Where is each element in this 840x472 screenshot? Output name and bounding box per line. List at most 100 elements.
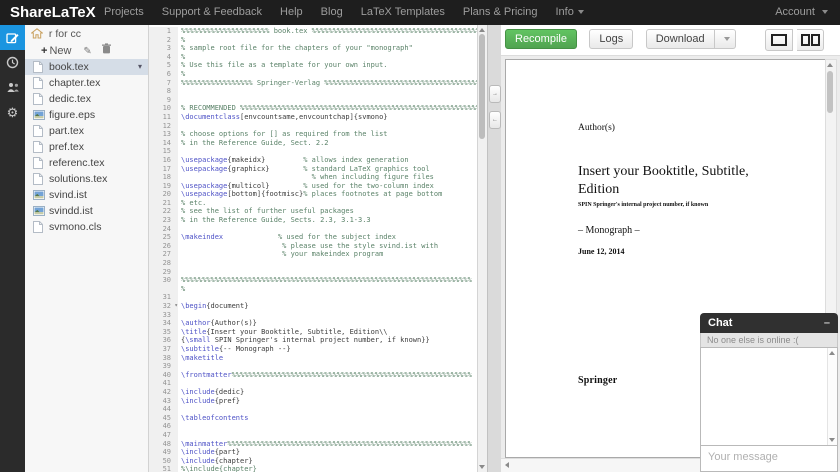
code-line[interactable]: 15 xyxy=(148,147,478,156)
file-item-chapter-tex[interactable]: chapter.tex xyxy=(25,75,148,91)
code-line[interactable]: 26 % please use the style svind.ist with xyxy=(148,242,478,251)
code-line[interactable]: 46 xyxy=(148,422,478,431)
code-line[interactable]: 35\title{Insert your Booktitle, Subtitle… xyxy=(148,328,478,337)
code-line[interactable]: 28 xyxy=(148,259,478,268)
nav-item-plans-pricing[interactable]: Plans & Pricing xyxy=(454,0,547,25)
file-item-figure-eps[interactable]: figure.eps xyxy=(25,107,148,123)
code-line[interactable]: 31 xyxy=(148,293,478,302)
chat-header[interactable]: Chat – xyxy=(700,313,838,333)
pdf-scrollbar-thumb[interactable] xyxy=(827,71,833,113)
code-line[interactable]: 24 xyxy=(148,225,478,234)
code-line[interactable]: 42\include{dedic} xyxy=(148,388,478,397)
code-line[interactable]: 18 % when including figure files xyxy=(148,173,478,182)
expand-left-button[interactable]: ← xyxy=(489,111,501,129)
code-line[interactable]: 47 xyxy=(148,431,478,440)
code-line[interactable]: 50\include{chapter} xyxy=(148,457,478,466)
rail-settings-icon[interactable]: ⚙ xyxy=(0,100,25,125)
nav-item-blog[interactable]: Blog xyxy=(312,0,352,25)
code-line[interactable]: 3% sample root file for the chapters of … xyxy=(148,44,478,53)
code-line[interactable]: 10% RECOMMENDED %%%%%%%%%%%%%%%%%%%%%%%%… xyxy=(148,104,478,113)
code-line[interactable]: 32▾\begin{document} xyxy=(148,302,478,311)
nav-item-info[interactable]: Info xyxy=(546,0,592,25)
file-item-svindd-ist[interactable]: svindd.ist xyxy=(25,203,148,219)
code-line[interactable]: 49\include{part} xyxy=(148,448,478,457)
delete-icon[interactable] xyxy=(102,45,111,57)
code-line[interactable]: 23% in the Reference Guide, Sects. 2.3, … xyxy=(148,216,478,225)
scroll-left-arrow-icon[interactable] xyxy=(505,462,509,468)
new-file-button[interactable]: +New xyxy=(41,45,71,57)
brand-logo[interactable]: ShareLaTeX xyxy=(10,0,96,25)
code-line[interactable]: 22% see the list of further useful packa… xyxy=(148,207,478,216)
code-line[interactable]: 21% etc. xyxy=(148,199,478,208)
rename-icon[interactable]: ✎ xyxy=(83,46,91,57)
code-line[interactable]: 34\author{Author(s)} xyxy=(148,319,478,328)
code-line[interactable]: 16\usepackage{makeidx} % allows index ge… xyxy=(148,156,478,165)
split-pane-view-button[interactable] xyxy=(797,29,824,51)
file-item-referenc-tex[interactable]: referenc.tex xyxy=(25,155,148,171)
code-line[interactable]: 44 xyxy=(148,405,478,414)
code-editor[interactable]: 1%%%%%%%%%%%%%%%%%%%%% book.tex %%%%%%%%… xyxy=(148,25,487,472)
code-line[interactable]: 5% Use this file as a template for your … xyxy=(148,61,478,70)
recompile-button[interactable]: Recompile xyxy=(505,29,577,49)
file-item-svmono-cls[interactable]: svmono.cls xyxy=(25,219,148,235)
code-line[interactable]: 19\usepackage{multicol} % used for the t… xyxy=(148,182,478,191)
code-line[interactable]: 7%%%%%%%%%%%%%%%%% Springer-Verlag %%%%%… xyxy=(148,79,478,88)
fold-arrow-icon[interactable]: ▾ xyxy=(174,302,178,311)
file-item-pref-tex[interactable]: pref.tex xyxy=(25,139,148,155)
account-menu[interactable]: Account xyxy=(775,0,828,25)
chat-message-input[interactable] xyxy=(701,446,837,471)
code-line[interactable]: 30%%%%%%%%%%%%%%%%%%%%%%%%%%%%%%%%%%%%%%… xyxy=(148,276,478,285)
scroll-down-arrow-icon[interactable] xyxy=(829,438,835,442)
single-pane-view-button[interactable] xyxy=(765,29,793,51)
code-line[interactable]: 8 xyxy=(148,87,478,96)
code-line[interactable]: 36{\small SPIN Springer's internal proje… xyxy=(148,336,478,345)
code-line[interactable]: 38\maketitle xyxy=(148,354,478,363)
file-item-part-tex[interactable]: part.tex xyxy=(25,123,148,139)
scroll-up-arrow-icon[interactable] xyxy=(829,351,835,355)
code-line[interactable]: 48\mainmatter%%%%%%%%%%%%%%%%%%%%%%%%%%%… xyxy=(148,440,478,449)
code-line[interactable]: 6% xyxy=(148,70,478,79)
scroll-up-arrow-icon[interactable] xyxy=(827,63,833,67)
code-line[interactable]: 14% in the Reference Guide, Sect. 2.2 xyxy=(148,139,478,148)
file-item-book-tex[interactable]: book.tex▾ xyxy=(25,59,148,75)
code-line[interactable]: % xyxy=(148,285,478,294)
code-line[interactable]: 13% choose options for [] as required fr… xyxy=(148,130,478,139)
code-line[interactable]: 2% xyxy=(148,36,478,45)
code-line[interactable]: 1%%%%%%%%%%%%%%%%%%%%% book.tex %%%%%%%%… xyxy=(148,27,478,36)
nav-item-latex-templates[interactable]: LaTeX Templates xyxy=(352,0,454,25)
chat-minimize-icon[interactable]: – xyxy=(824,313,830,333)
rail-history-icon[interactable] xyxy=(0,50,25,75)
editor-scrollbar-thumb[interactable] xyxy=(479,34,485,139)
rail-collaborators-icon[interactable] xyxy=(0,75,25,100)
rail-edit-icon[interactable] xyxy=(0,25,25,50)
nav-item-projects[interactable]: Projects xyxy=(95,0,153,25)
code-line[interactable]: 9 xyxy=(148,96,478,105)
nav-item-support-feedback[interactable]: Support & Feedback xyxy=(153,0,271,25)
file-item-svind-ist[interactable]: svind.ist xyxy=(25,187,148,203)
code-line[interactable]: 45\tableofcontents xyxy=(148,414,478,423)
download-dropdown-button[interactable] xyxy=(715,29,736,49)
code-line[interactable]: 29 xyxy=(148,268,478,277)
download-button[interactable]: Download xyxy=(646,29,715,49)
editor-scrollbar[interactable] xyxy=(477,25,487,472)
code-line[interactable]: 4% xyxy=(148,53,478,62)
code-line[interactable]: 12 xyxy=(148,122,478,131)
code-line[interactable]: 40\frontmatter%%%%%%%%%%%%%%%%%%%%%%%%%%… xyxy=(148,371,478,380)
code-line[interactable]: 39 xyxy=(148,362,478,371)
chevron-down-icon[interactable]: ▾ xyxy=(138,59,142,75)
scroll-down-arrow-icon[interactable] xyxy=(479,465,485,469)
scroll-up-arrow-icon[interactable] xyxy=(479,28,485,32)
code-line[interactable]: 43\include{pref} xyxy=(148,397,478,406)
code-line[interactable]: 20\usepackage[bottom]{footmisc}% places … xyxy=(148,190,478,199)
code-line[interactable]: 17\usepackage{graphicx} % standard LaTeX… xyxy=(148,165,478,174)
code-line[interactable]: 51%\include{chapter} xyxy=(148,465,478,472)
code-line[interactable]: 41 xyxy=(148,379,478,388)
nav-item-help[interactable]: Help xyxy=(271,0,312,25)
file-item-solutions-tex[interactable]: solutions.tex xyxy=(25,171,148,187)
logs-button[interactable]: Logs xyxy=(589,29,633,49)
code-line[interactable]: 27 % your makeindex program xyxy=(148,250,478,259)
chat-scrollbar[interactable] xyxy=(827,348,837,445)
code-line[interactable]: 11\documentclass[envcountsame,envcountch… xyxy=(148,113,478,122)
expand-right-button[interactable]: → xyxy=(489,85,501,103)
code-line[interactable]: 25\makeindex % used for the subject inde… xyxy=(148,233,478,242)
